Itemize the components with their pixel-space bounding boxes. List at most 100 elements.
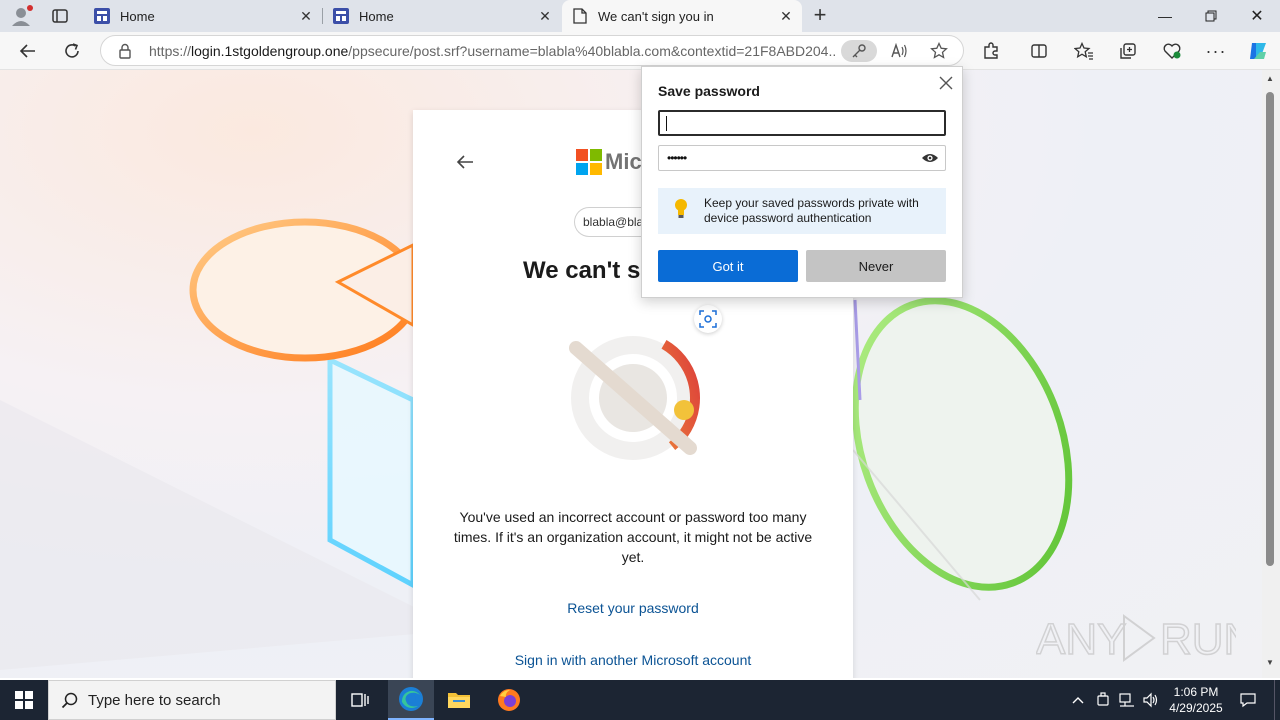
url-text[interactable]: https://login.1stgoldengroup.one/ppsecur… bbox=[149, 43, 835, 59]
favorite-star-button[interactable] bbox=[927, 40, 951, 62]
tab-strip: Home ✕ Home ✕ We can't sign you in ✕ + —… bbox=[0, 0, 1280, 32]
volume-tray-icon[interactable] bbox=[1140, 680, 1162, 720]
tab-active[interactable]: We can't sign you in ✕ bbox=[562, 0, 802, 32]
usb-device-icon bbox=[1097, 692, 1109, 706]
lightbulb-icon bbox=[674, 198, 688, 220]
restore-button[interactable] bbox=[1188, 0, 1234, 32]
favorites-button[interactable] bbox=[1069, 36, 1099, 66]
email-text: blabla@bla bbox=[583, 215, 644, 229]
device-tray-icon[interactable] bbox=[1094, 680, 1112, 720]
popup-close-button[interactable] bbox=[936, 73, 956, 93]
minimize-button[interactable]: — bbox=[1142, 0, 1188, 32]
clock[interactable]: 1:06 PM 4/29/2025 bbox=[1164, 680, 1228, 720]
tab-title: We can't sign you in bbox=[598, 8, 714, 24]
split-screen-button[interactable] bbox=[1024, 36, 1054, 66]
scrollbar-thumb[interactable] bbox=[1266, 92, 1274, 566]
save-password-popup: Save password •••••• Keep your saved pas… bbox=[641, 66, 963, 298]
close-window-button[interactable]: ✕ bbox=[1234, 0, 1280, 32]
username-input[interactable] bbox=[658, 110, 946, 136]
notifications-button[interactable] bbox=[1232, 680, 1264, 720]
tab-title: Home bbox=[120, 8, 155, 24]
network-icon bbox=[1119, 693, 1134, 707]
scroll-up-icon[interactable]: ▲ bbox=[1264, 74, 1276, 84]
taskbar-explorer-button[interactable] bbox=[436, 680, 482, 720]
text-caret bbox=[666, 116, 667, 131]
firefox-icon bbox=[498, 689, 520, 711]
close-tab-icon[interactable]: ✕ bbox=[778, 8, 794, 24]
read-aloud-button[interactable] bbox=[887, 40, 911, 62]
show-hidden-icons-button[interactable] bbox=[1068, 680, 1088, 720]
microsoft-logo-icon bbox=[576, 149, 602, 175]
folder-icon bbox=[448, 693, 470, 708]
svg-text:ANY: ANY bbox=[1036, 615, 1126, 664]
restore-icon bbox=[1205, 10, 1217, 22]
show-desktop-button[interactable] bbox=[1274, 680, 1280, 720]
copilot-button[interactable] bbox=[1243, 36, 1273, 66]
popup-title: Save password bbox=[658, 83, 760, 99]
show-password-button[interactable] bbox=[921, 151, 939, 165]
taskbar-search-box[interactable]: Type here to search bbox=[48, 680, 336, 720]
never-button[interactable]: Never bbox=[806, 250, 946, 282]
clock-time: 1:06 PM bbox=[1173, 685, 1219, 699]
task-view-icon bbox=[351, 693, 369, 707]
got-it-button[interactable]: Got it bbox=[658, 250, 798, 282]
close-tab-icon[interactable]: ✕ bbox=[298, 8, 314, 24]
close-icon bbox=[939, 76, 953, 90]
back-button[interactable] bbox=[13, 36, 43, 66]
scroll-down-icon[interactable]: ▼ bbox=[1264, 658, 1276, 668]
refresh-button[interactable] bbox=[57, 36, 87, 66]
reset-password-link[interactable]: Reset your password bbox=[413, 600, 853, 616]
copilot-icon bbox=[1250, 43, 1266, 59]
watermark-logo: ANY RUN bbox=[1035, 610, 1256, 666]
info-box: Keep your saved passwords private with d… bbox=[658, 188, 946, 234]
info-text: Keep your saved passwords private with d… bbox=[704, 196, 919, 225]
back-arrow-button[interactable] bbox=[455, 152, 475, 172]
svg-text:RUN: RUN bbox=[1160, 615, 1236, 664]
windows-logo-icon bbox=[15, 691, 33, 709]
collections-icon bbox=[1120, 43, 1136, 59]
puzzle-icon bbox=[984, 42, 998, 59]
site-favicon-icon bbox=[333, 8, 349, 24]
network-tray-icon[interactable] bbox=[1116, 680, 1138, 720]
extensions-button[interactable] bbox=[976, 36, 1006, 66]
profile-icon bbox=[12, 5, 33, 26]
browser-toolbar: https://login.1stgoldengroup.one/ppsecur… bbox=[0, 32, 1280, 70]
page-heading: We can't si bbox=[523, 257, 647, 284]
back-arrow-icon bbox=[456, 155, 473, 169]
search-placeholder: Type here to search bbox=[88, 692, 221, 709]
collections-button[interactable] bbox=[1113, 36, 1143, 66]
site-favicon-icon bbox=[94, 8, 110, 24]
address-bar[interactable]: https://login.1stgoldengroup.one/ppsecur… bbox=[100, 35, 964, 66]
error-message: You've used an incorrect account or pass… bbox=[453, 509, 813, 565]
tab-home-2[interactable]: Home ✕ bbox=[323, 0, 561, 32]
blocked-illustration bbox=[558, 320, 708, 470]
profile-avatar[interactable] bbox=[8, 4, 34, 28]
search-icon bbox=[61, 692, 79, 710]
lock-icon[interactable] bbox=[113, 40, 137, 62]
edge-icon bbox=[399, 687, 423, 711]
another-account-link[interactable]: Sign in with another Microsoft account bbox=[413, 652, 853, 668]
microsoft-logo bbox=[576, 149, 602, 175]
close-tab-icon[interactable]: ✕ bbox=[537, 8, 553, 24]
task-view-button[interactable] bbox=[342, 680, 378, 720]
password-key-button[interactable] bbox=[841, 40, 877, 62]
key-icon bbox=[852, 44, 866, 58]
start-button[interactable] bbox=[0, 680, 48, 720]
speaker-icon bbox=[1143, 692, 1158, 708]
favorites-star-icon bbox=[1074, 42, 1093, 60]
tab-actions-icon bbox=[52, 9, 68, 23]
split-screen-icon bbox=[1031, 44, 1047, 58]
star-icon bbox=[930, 42, 948, 59]
password-input[interactable]: •••••• bbox=[658, 145, 946, 171]
browser-essentials-button[interactable] bbox=[1157, 36, 1187, 66]
taskbar: Type here to search 1:06 PM 4/29/2025 bbox=[0, 680, 1280, 720]
tab-home-1[interactable]: Home ✕ bbox=[84, 0, 322, 32]
read-aloud-icon bbox=[891, 43, 907, 58]
chevron-up-icon bbox=[1072, 697, 1084, 704]
tab-title: Home bbox=[359, 8, 394, 24]
new-tab-button[interactable]: + bbox=[808, 4, 832, 28]
tab-actions-button[interactable] bbox=[50, 6, 70, 26]
taskbar-firefox-button[interactable] bbox=[486, 680, 532, 720]
settings-more-button[interactable]: ··· bbox=[1201, 36, 1231, 66]
taskbar-edge-button[interactable] bbox=[388, 680, 434, 720]
